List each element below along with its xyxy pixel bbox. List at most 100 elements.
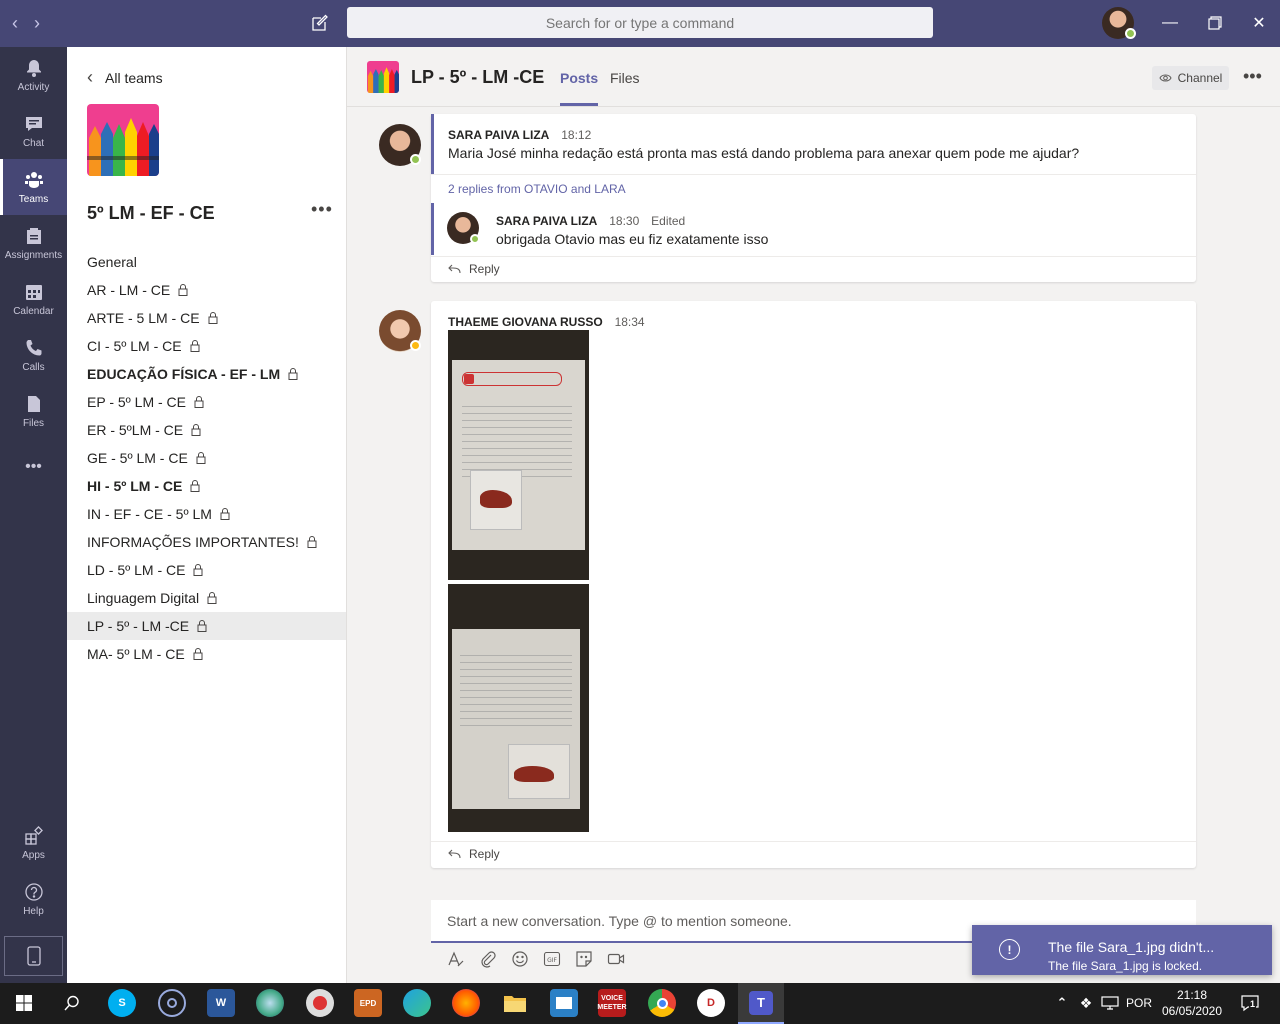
file-explorer-icon[interactable]	[501, 989, 529, 1017]
more-apps-icon: •••	[25, 458, 42, 475]
new-chat-icon[interactable]	[310, 13, 330, 33]
appbar-chat[interactable]: Chat	[0, 103, 67, 159]
search-command-input[interactable]	[347, 7, 933, 38]
channel-item[interactable]: HI - 5º LM - CE	[67, 472, 346, 500]
post-author[interactable]: THAEME GIOVANA RUSSO	[448, 315, 603, 329]
channel-button-label: Channel	[1177, 71, 1223, 85]
channel-team-logo	[367, 61, 399, 93]
channel-name: CI - 5º LM - CE	[87, 338, 182, 354]
channel-item[interactable]: General	[67, 248, 346, 276]
system-clock[interactable]: 21:18 06/05/2020	[1160, 987, 1224, 1019]
back-arrow-icon[interactable]: ‹	[12, 13, 18, 34]
input-language[interactable]: POR	[1126, 996, 1152, 1010]
appbar-teams[interactable]: Teams	[0, 159, 67, 215]
title-bar: ‹ › — ✕	[0, 0, 1280, 47]
more-apps-button[interactable]: •••	[0, 439, 67, 495]
appbar-assignments[interactable]: Assignments	[0, 215, 67, 271]
close-icon[interactable]: ✕	[1248, 12, 1270, 34]
reply-label: Reply	[469, 847, 500, 861]
channel-more-options-icon[interactable]: •••	[1243, 66, 1262, 87]
notification-center-icon[interactable]: 1	[1236, 989, 1264, 1017]
lock-icon	[193, 648, 203, 660]
outlook-app-icon[interactable]	[550, 989, 578, 1017]
windows-start-icon[interactable]	[10, 989, 38, 1017]
edge-browser-icon[interactable]	[403, 989, 431, 1017]
appbar-label: Help	[23, 905, 44, 917]
search-icon[interactable]	[58, 989, 86, 1017]
notebook-photo-1[interactable]	[448, 330, 589, 580]
word-icon[interactable]: W	[207, 989, 235, 1017]
tab-posts[interactable]: Posts	[560, 70, 599, 106]
attach-icon[interactable]	[479, 950, 497, 968]
replies-summary-link[interactable]: 2 replies from OTAVIO and LARA	[448, 182, 626, 196]
svg-text:GIF: GIF	[547, 957, 557, 964]
firefox-icon[interactable]	[452, 989, 480, 1017]
globe-app-icon[interactable]	[256, 989, 284, 1017]
appbar-apps[interactable]: Apps	[0, 815, 67, 871]
appbar-files[interactable]: Files	[0, 383, 67, 439]
channel-name: ARTE - 5 LM - CE	[87, 310, 200, 326]
team-more-options-icon[interactable]: •••	[311, 199, 333, 220]
reply-button[interactable]: Reply	[448, 262, 500, 276]
paint-app-icon[interactable]	[306, 989, 334, 1017]
channel-item[interactable]: AR - LM - CE	[67, 276, 346, 304]
mobile-app-button[interactable]	[4, 936, 63, 976]
channel-item[interactable]: EP - 5º LM - CE	[67, 388, 346, 416]
sticker-icon[interactable]	[575, 950, 593, 968]
chrome-browser-icon[interactable]	[648, 989, 676, 1017]
channel-item[interactable]: INFORMAÇÕES IMPORTANTES!	[67, 528, 346, 556]
post-header: THAEME GIOVANA RUSSO 18:34	[448, 313, 645, 329]
maximize-icon[interactable]	[1204, 12, 1226, 34]
file-error-toast[interactable]: ! The file Sara_1.jpg didn't... The file…	[972, 925, 1272, 975]
appbar-calendar[interactable]: Calendar	[0, 271, 67, 327]
channel-name: MA- 5º LM - CE	[87, 646, 185, 662]
appbar-calls[interactable]: Calls	[0, 327, 67, 383]
format-icon[interactable]	[447, 950, 465, 968]
channel-list: General AR - LM - CE ARTE - 5 LM - CE CI - …	[67, 248, 346, 668]
channel-item[interactable]: MA- 5º LM - CE	[67, 640, 346, 668]
team-name: 5º LM - EF - CE	[87, 203, 215, 223]
epd-app-icon[interactable]: EPD	[354, 989, 382, 1017]
channel-item[interactable]: LD - 5º LM - CE	[67, 556, 346, 584]
cortana-icon[interactable]	[158, 989, 186, 1017]
appbar-activity[interactable]: Activity	[0, 47, 67, 103]
lock-icon	[288, 368, 298, 380]
channel-item[interactable]: IN - EF - CE - 5º LM	[67, 500, 346, 528]
teams-taskbar-icon[interactable]: T	[738, 983, 784, 1024]
channel-item[interactable]: GE - 5º LM - CE	[67, 444, 346, 472]
channel-name: General	[87, 254, 137, 270]
forward-arrow-icon[interactable]: ›	[34, 13, 40, 34]
eye-icon	[1159, 74, 1172, 82]
appbar-label: Activity	[17, 81, 50, 93]
channel-item[interactable]: Linguagem Digital	[67, 584, 346, 612]
reply-arrow-icon	[448, 849, 461, 859]
channel-name: AR - LM - CE	[87, 282, 171, 298]
tab-files[interactable]: Files	[610, 70, 640, 86]
skype-icon[interactable]: S	[108, 989, 136, 1017]
channel-item[interactable]: EDUCAÇÃO FÍSICA - EF - LM	[67, 360, 346, 388]
alert-info-icon: !	[999, 939, 1020, 960]
post-text: Maria José minha redação está pronta mas…	[448, 145, 1080, 161]
gif-icon[interactable]: GIF	[543, 950, 561, 968]
channel-item[interactable]: CI - 5º LM - CE	[67, 332, 346, 360]
channel-item[interactable]: ARTE - 5 LM - CE	[67, 304, 346, 332]
help-icon	[24, 882, 43, 901]
d-app-icon[interactable]: D	[697, 989, 725, 1017]
meet-now-icon[interactable]	[607, 950, 625, 968]
emoji-icon[interactable]	[511, 950, 529, 968]
voicemeeter-icon[interactable]: VOICE MEETER	[597, 989, 627, 1017]
channel-item[interactable]: ER - 5ºLM - CE	[67, 416, 346, 444]
appbar-help[interactable]: Help	[0, 871, 67, 927]
reply-author[interactable]: SARA PAIVA LIZA	[496, 214, 597, 228]
appbar-label: Calendar	[13, 305, 54, 317]
channel-info-button[interactable]: Channel	[1152, 66, 1229, 90]
appbar-label: Teams	[18, 193, 49, 205]
post-author[interactable]: SARA PAIVA LIZA	[448, 128, 549, 142]
minimize-icon[interactable]: —	[1159, 12, 1181, 34]
all-teams-link[interactable]: ‹ All teams	[87, 67, 163, 88]
network-icon[interactable]	[1096, 989, 1124, 1017]
reply-button[interactable]: Reply	[448, 847, 500, 861]
channel-name: ER - 5ºLM - CE	[87, 422, 184, 438]
channel-item[interactable]: LP - 5º - LM -CE	[67, 612, 346, 640]
notebook-photo-2[interactable]	[448, 584, 589, 832]
